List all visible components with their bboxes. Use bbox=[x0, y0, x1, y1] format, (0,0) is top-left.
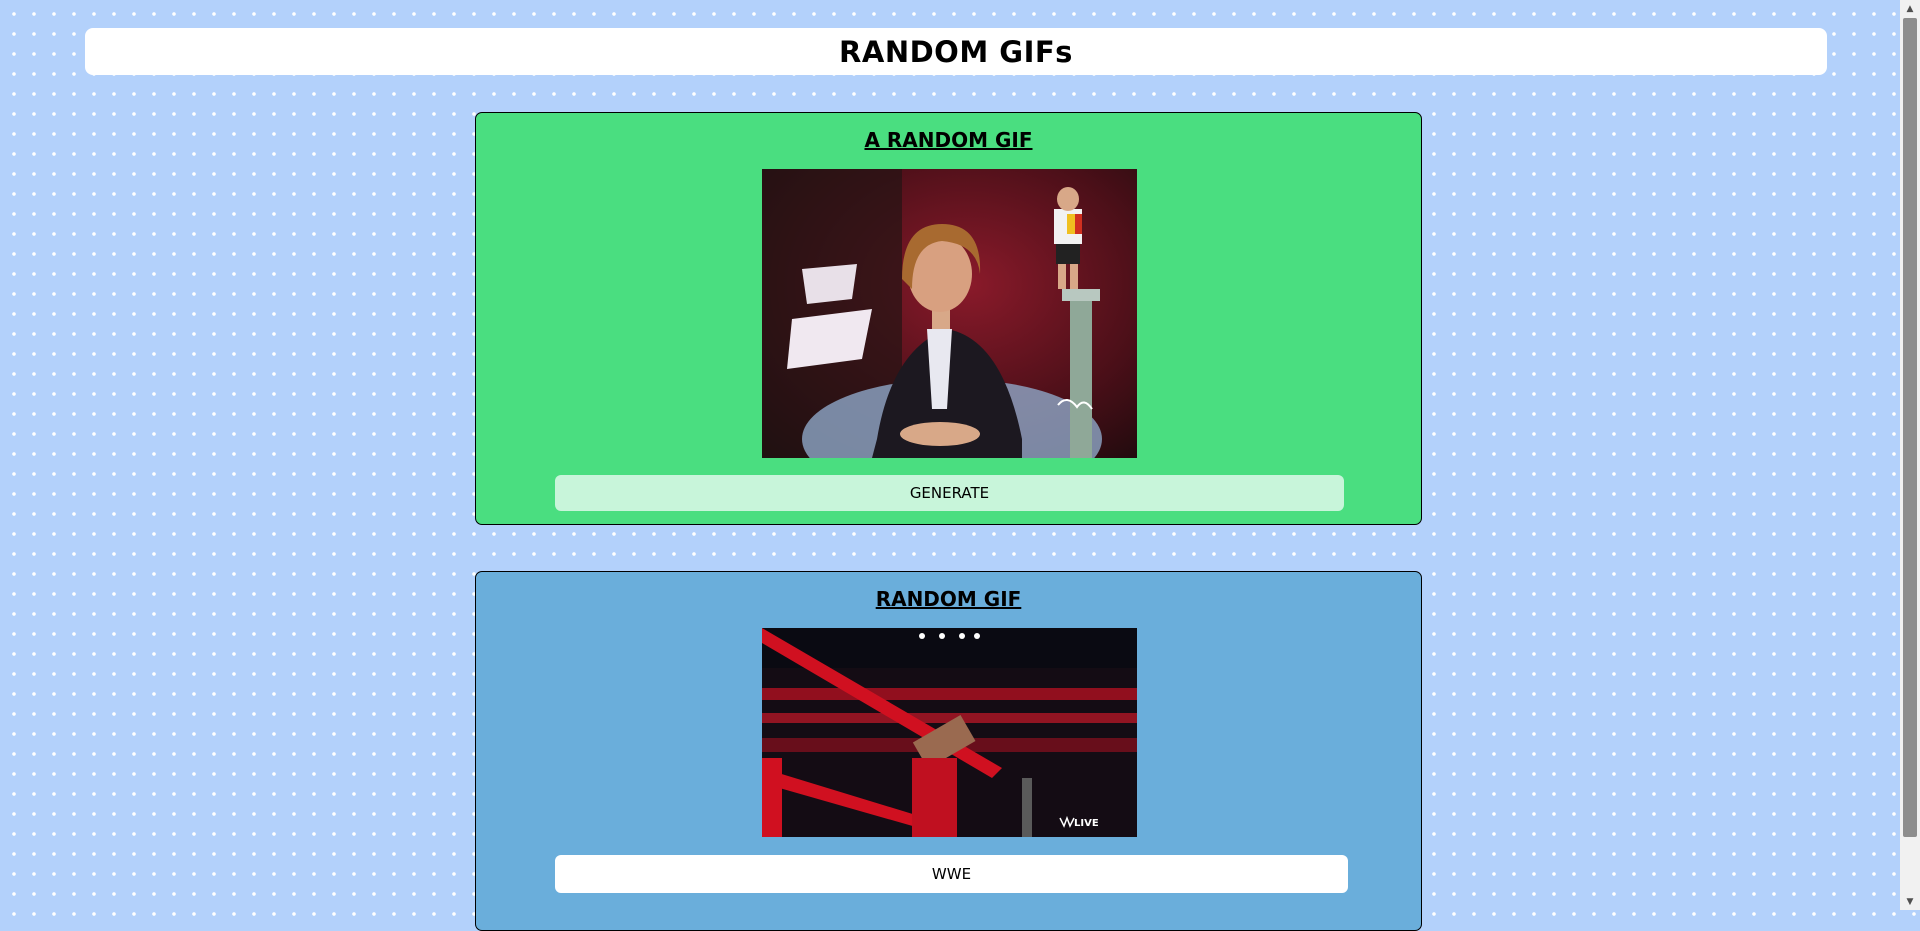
random-gif-card: A RANDOM GIF GENERATE bbox=[475, 112, 1422, 525]
tag-gif-card: RANDOM GIF LIVE bbox=[475, 571, 1422, 931]
tag-input[interactable] bbox=[555, 855, 1348, 893]
svg-text:LIVE: LIVE bbox=[1074, 818, 1099, 829]
scroll-thumb[interactable] bbox=[1903, 18, 1917, 837]
tag-gif-image: LIVE bbox=[762, 628, 1137, 837]
tag-gif-title: RANDOM GIF bbox=[875, 587, 1022, 611]
random-gif-title: A RANDOM GIF bbox=[864, 128, 1033, 152]
scroll-down-icon[interactable]: ▼ bbox=[1900, 893, 1920, 910]
random-gif-image bbox=[762, 169, 1137, 458]
generate-button[interactable]: GENERATE bbox=[555, 475, 1344, 511]
scrollbar[interactable]: ▲ ▼ bbox=[1900, 0, 1920, 910]
scroll-up-icon[interactable]: ▲ bbox=[1900, 0, 1920, 17]
page-header: RANDOM GIFs bbox=[85, 28, 1827, 75]
page-title: RANDOM GIFs bbox=[839, 34, 1073, 69]
page: RANDOM GIFs A RANDOM GIF GENERATE RANDOM… bbox=[0, 0, 1900, 931]
